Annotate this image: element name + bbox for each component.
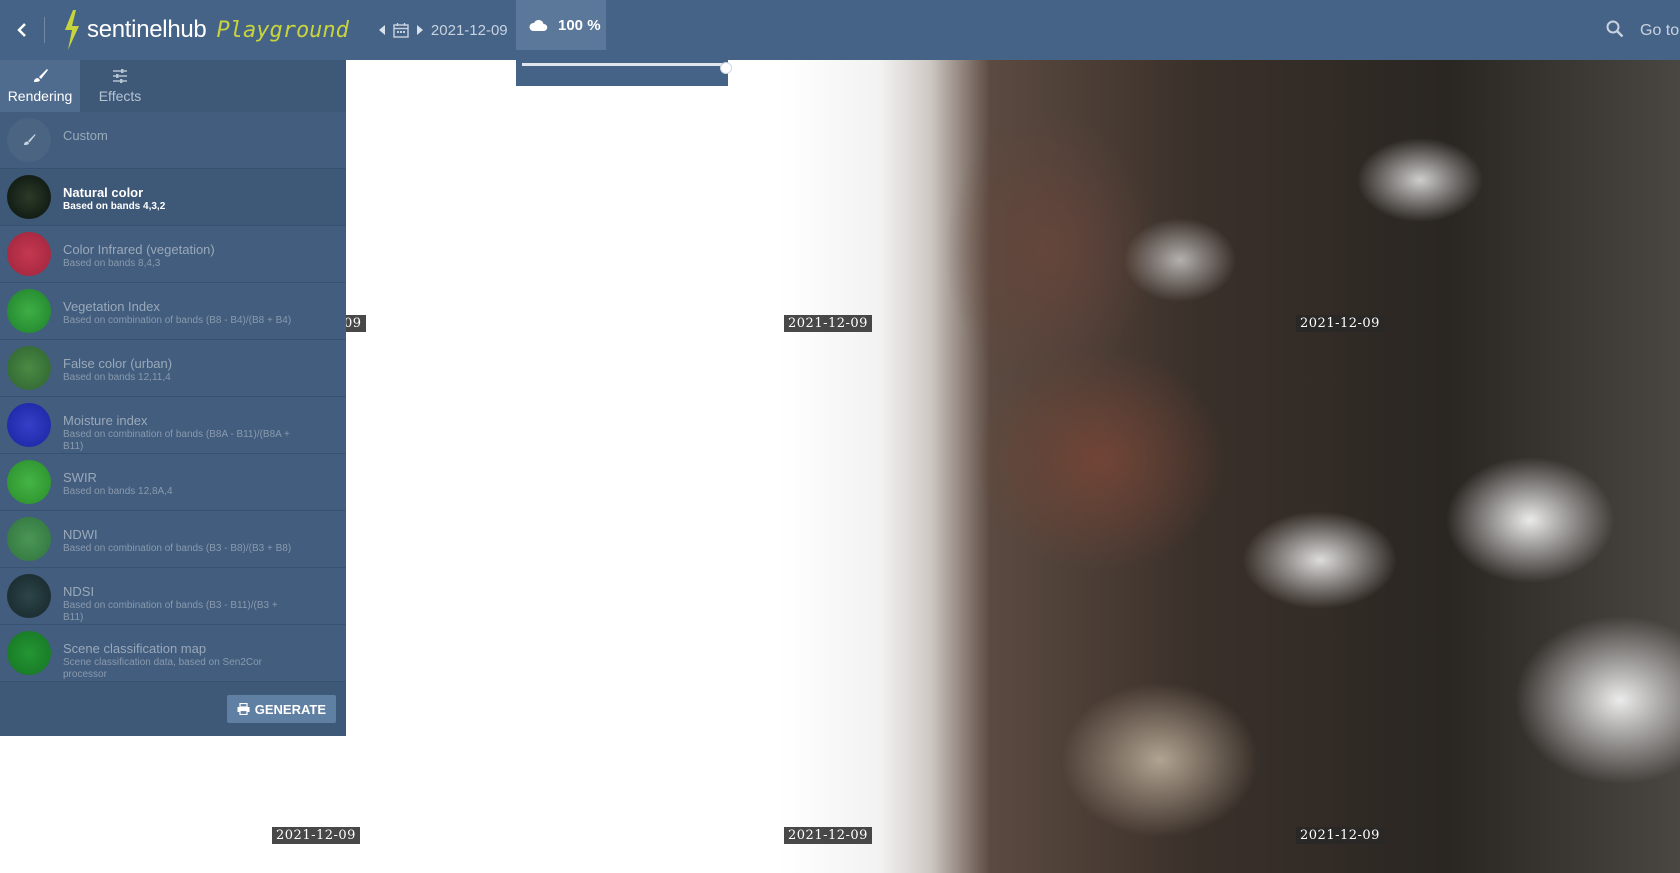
layer-title: SWIR	[63, 470, 97, 485]
layer-description: Based on bands 12,11,4	[63, 372, 171, 383]
map-tile-date-label: 2021-12-09	[784, 315, 872, 332]
goto-search-input[interactable]: Go to	[1640, 22, 1679, 40]
sidebar: Rendering Effects Custom Natural color Ba…	[0, 60, 346, 736]
generate-row: GENERATE	[0, 682, 346, 736]
map-tile-date-label: 2021-12-09	[1296, 827, 1384, 844]
tab-label: Effects	[98, 88, 142, 104]
chevron-left-icon	[17, 23, 26, 37]
layer-title: False color (urban)	[63, 356, 173, 371]
tab-label: Rendering	[7, 88, 73, 104]
cloud-coverage-slider-panel	[516, 60, 732, 86]
layer-thumbnail	[7, 175, 51, 219]
tab-rendering[interactable]: Rendering	[0, 60, 80, 112]
logo-name: sentinelhub	[87, 16, 207, 43]
date-navigator: 2021-12-09	[378, 0, 508, 60]
logo-subtitle: Playground	[216, 17, 349, 43]
layer-item-natural-color[interactable]: Natural color Based on bands 4,3,2	[0, 169, 346, 226]
layer-list: Custom Natural color Based on bands 4,3,2…	[0, 112, 346, 682]
layer-thumbnail	[7, 631, 51, 675]
layer-thumbnail	[7, 460, 51, 504]
tab-effects[interactable]: Effects	[80, 60, 160, 112]
header-divider	[44, 17, 45, 43]
layer-item-ndsi[interactable]: NDSI Based on combination of bands (B3 - …	[0, 568, 346, 625]
layer-thumbnail	[7, 517, 51, 561]
layer-title: Color Infrared (vegetation)	[63, 242, 215, 257]
sidebar-tabs: Rendering Effects	[0, 60, 346, 112]
cloud-coverage-value: 100 %	[558, 16, 601, 34]
generate-label: GENERATE	[254, 701, 326, 717]
layer-description: Based on combination of bands (B8A - B11…	[63, 429, 290, 452]
top-bar: sentinelhub Playground 2021-12-09 100 % …	[0, 0, 1680, 60]
cloud-icon	[529, 19, 548, 31]
layer-thumbnail	[7, 118, 51, 162]
brush-icon	[34, 69, 48, 82]
cloud-coverage-slider-handle[interactable]	[720, 62, 732, 74]
layer-item-false-color-urban[interactable]: False color (urban) Based on bands 12,11,…	[0, 340, 346, 397]
layer-thumbnail	[7, 232, 51, 276]
layer-thumbnail	[7, 574, 51, 618]
layer-item-scene-classification[interactable]: Scene classification map Scene classifica…	[0, 625, 346, 682]
layer-item-custom[interactable]: Custom	[0, 112, 346, 169]
layer-description: Based on combination of bands (B3 - B11)…	[63, 600, 278, 623]
selected-date[interactable]: 2021-12-09	[431, 22, 508, 39]
calendar-icon[interactable]	[393, 22, 409, 38]
layer-title: Scene classification map	[63, 641, 207, 656]
layer-thumbnail	[7, 289, 51, 333]
layer-description: Based on combination of bands (B8 - B4)/…	[63, 315, 292, 326]
cloud-coverage-slider-track[interactable]	[522, 62, 732, 74]
layer-description: Scene classification data, based on Sen2…	[63, 657, 263, 680]
layer-title: Vegetation Index	[63, 299, 160, 314]
layer-title: Custom	[63, 128, 108, 143]
layer-description: Based on bands 8,4,3	[63, 258, 161, 269]
print-icon	[237, 703, 250, 715]
brush-icon	[24, 134, 36, 145]
search-icon[interactable]	[1606, 20, 1624, 38]
layer-description: Based on bands 4,3,2	[63, 201, 166, 212]
layer-description: Based on combination of bands (B3 - B8)/…	[63, 543, 292, 554]
layer-title: Natural color	[63, 185, 144, 200]
previous-date-button[interactable]	[378, 25, 385, 35]
map-tile-date-label: 2021-12-09	[784, 827, 872, 844]
layer-item-color-infrared[interactable]: Color Infrared (vegetation) Based on band…	[0, 226, 346, 283]
layer-item-vegetation-index[interactable]: Vegetation Index Based on combination of …	[0, 283, 346, 340]
generate-button[interactable]: GENERATE	[226, 695, 336, 723]
sliders-icon	[113, 69, 127, 83]
layer-thumbnail	[7, 346, 51, 390]
cloud-coverage-button[interactable]: 100 %	[516, 0, 606, 50]
layer-thumbnail	[7, 403, 51, 447]
layer-item-swir[interactable]: SWIR Based on bands 12,8A,4	[0, 454, 346, 511]
layer-item-moisture-index[interactable]: Moisture index Based on combination of ba…	[0, 397, 346, 454]
sentinelhub-logo-icon	[61, 8, 83, 52]
map-tile-date-label: 2021-12-09	[1296, 315, 1384, 332]
layer-title: NDWI	[63, 527, 98, 542]
layer-title: NDSI	[63, 584, 95, 599]
logo[interactable]: sentinelhub Playground	[61, 0, 349, 60]
layer-title: Moisture index	[63, 413, 148, 428]
layer-item-ndwi[interactable]: NDWI Based on combination of bands (B3 - …	[0, 511, 346, 568]
map-tile-date-label: 2021-12-09	[272, 827, 360, 844]
next-date-button[interactable]	[416, 25, 423, 35]
back-button[interactable]	[0, 0, 44, 60]
layer-description: Based on bands 12,8A,4	[63, 486, 173, 497]
